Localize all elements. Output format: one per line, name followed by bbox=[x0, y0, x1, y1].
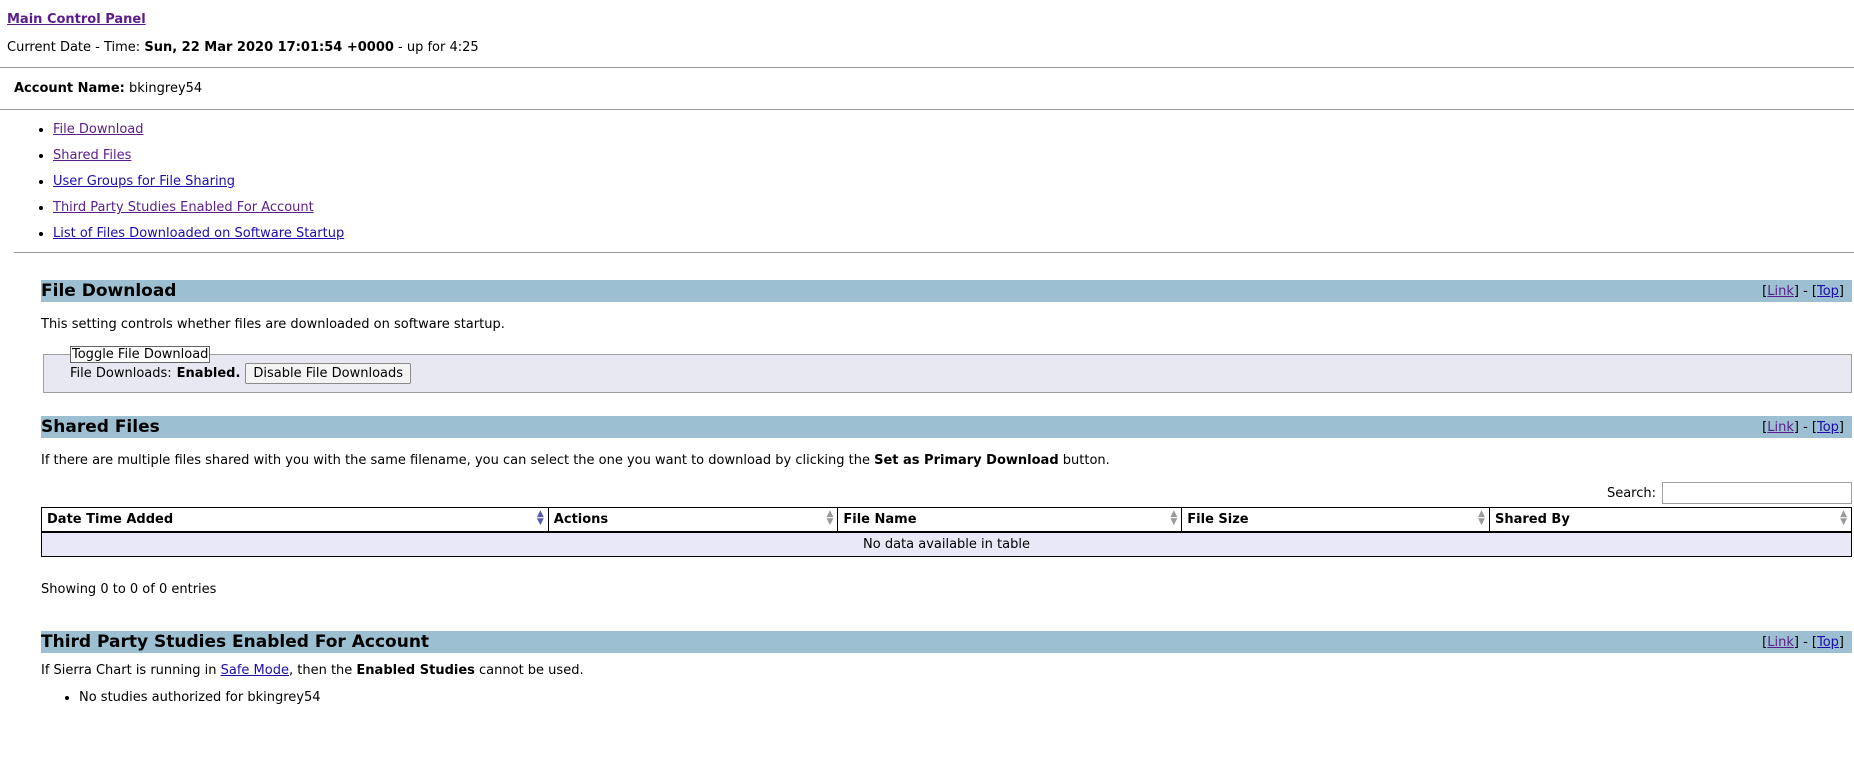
nav-link-shared-files[interactable]: Shared Files bbox=[53, 148, 131, 163]
search-label: Search: bbox=[1606, 485, 1656, 501]
account-label: Account Name: bbox=[14, 81, 125, 96]
link-link[interactable]: Link bbox=[1767, 284, 1794, 299]
nav-link-files-downloaded[interactable]: List of Files Downloaded on Software Sta… bbox=[53, 226, 344, 241]
section-description: If there are multiple files shared with … bbox=[41, 453, 1110, 468]
nav-item: Third Party Studies Enabled For Account bbox=[53, 200, 1854, 216]
date-label: Current Date - Time: bbox=[7, 40, 141, 55]
section-title: File Download bbox=[41, 281, 177, 301]
table-info: Showing 0 to 0 of 0 entries bbox=[41, 582, 217, 597]
column-header-file-size[interactable]: File Size ▲ ▼ bbox=[1181, 507, 1490, 533]
top-link[interactable]: Top bbox=[1817, 284, 1839, 299]
section-title: Shared Files bbox=[41, 417, 160, 437]
shared-files-table: Date Time Added ▲ ▼ Actions ▲ ▼ File Name ▲ ▼ … bbox=[41, 507, 1853, 557]
date-value: Sun, 22 Mar 2020 17:01:54 +0000 bbox=[144, 40, 394, 55]
section-links: [Link] - [Top] bbox=[1762, 283, 1844, 299]
divider bbox=[0, 109, 1854, 110]
section-nav: File Download Shared Files User Groups f… bbox=[0, 122, 1854, 242]
search-input[interactable] bbox=[1662, 482, 1852, 504]
file-downloads-label: File Downloads: bbox=[70, 366, 172, 381]
section-links: [Link] - [Top] bbox=[1762, 634, 1844, 650]
disable-file-downloads-button[interactable]: Disable File Downloads bbox=[245, 363, 412, 384]
nav-link-user-groups[interactable]: User Groups for File Sharing bbox=[53, 174, 235, 189]
section-description: If Sierra Chart is running in Safe Mode,… bbox=[41, 663, 584, 678]
table-row: No data available in table bbox=[41, 531, 1852, 557]
nav-link-file-download[interactable]: File Download bbox=[53, 122, 144, 137]
column-header-shared-by[interactable]: Shared By ▲ ▼ bbox=[1488, 507, 1853, 533]
account-row: Account Name: bkingrey54 bbox=[0, 68, 1854, 109]
section-title: Third Party Studies Enabled For Account bbox=[41, 632, 430, 652]
section-links: [Link] - [Top] bbox=[1762, 419, 1844, 435]
column-header-actions[interactable]: Actions ▲ ▼ bbox=[547, 507, 839, 533]
link-link[interactable]: Link bbox=[1767, 635, 1794, 650]
top-link[interactable]: Top bbox=[1817, 635, 1839, 650]
nav-link-third-party-studies[interactable]: Third Party Studies Enabled For Account bbox=[53, 200, 314, 215]
nav-item: List of Files Downloaded on Software Sta… bbox=[53, 226, 1854, 242]
file-downloads-status: Enabled. bbox=[176, 366, 241, 381]
empty-table-message: No data available in table bbox=[41, 531, 1852, 557]
nav-item: User Groups for File Sharing bbox=[53, 174, 1854, 190]
fieldset-legend: Toggle File Download bbox=[70, 346, 211, 363]
current-datetime: Current Date - Time: Sun, 22 Mar 2020 17… bbox=[7, 40, 1847, 55]
section-description: This setting controls whether files are … bbox=[41, 317, 505, 332]
column-header-file-name[interactable]: File Name ▲ ▼ bbox=[837, 507, 1183, 533]
third-party-studies-section: Third Party Studies Enabled For Account … bbox=[41, 631, 1852, 705]
studies-list: No studies authorized for bkingrey54 bbox=[41, 690, 1852, 705]
sort-icon: ▲ ▼ bbox=[1840, 509, 1847, 527]
sort-icon: ▲ ▼ bbox=[1478, 509, 1485, 527]
column-header-date-time-added[interactable]: Date Time Added ▲ ▼ bbox=[41, 507, 549, 533]
shared-files-section: Shared Files [Link] - [Top] If there are… bbox=[41, 416, 1853, 597]
sort-icon: ▲ ▼ bbox=[1170, 509, 1178, 527]
main-control-panel-link[interactable]: Main Control Panel bbox=[7, 12, 146, 27]
account-name: bkingrey54 bbox=[129, 81, 203, 96]
search-row: Search: bbox=[41, 482, 1852, 504]
sort-asc-icon: ▲ ▼ bbox=[536, 509, 544, 527]
file-download-section: File Download [Link] - [Top] This settin… bbox=[41, 280, 1852, 393]
toggle-file-download-fieldset: Toggle File Download File Downloads: Ena… bbox=[43, 346, 1852, 393]
safe-mode-link[interactable]: Safe Mode bbox=[221, 663, 289, 678]
nav-item: Shared Files bbox=[53, 148, 1854, 164]
section-header: Shared Files [Link] - [Top] bbox=[41, 416, 1852, 438]
section-header: File Download [Link] - [Top] bbox=[41, 280, 1852, 302]
top-link[interactable]: Top bbox=[1817, 420, 1839, 435]
sort-icon: ▲ ▼ bbox=[826, 509, 834, 527]
section-header: Third Party Studies Enabled For Account … bbox=[41, 631, 1852, 653]
list-item: No studies authorized for bkingrey54 bbox=[79, 690, 1852, 705]
uptime: - up for 4:25 bbox=[393, 40, 479, 55]
nav-item: File Download bbox=[53, 122, 1854, 138]
link-link[interactable]: Link bbox=[1767, 420, 1794, 435]
